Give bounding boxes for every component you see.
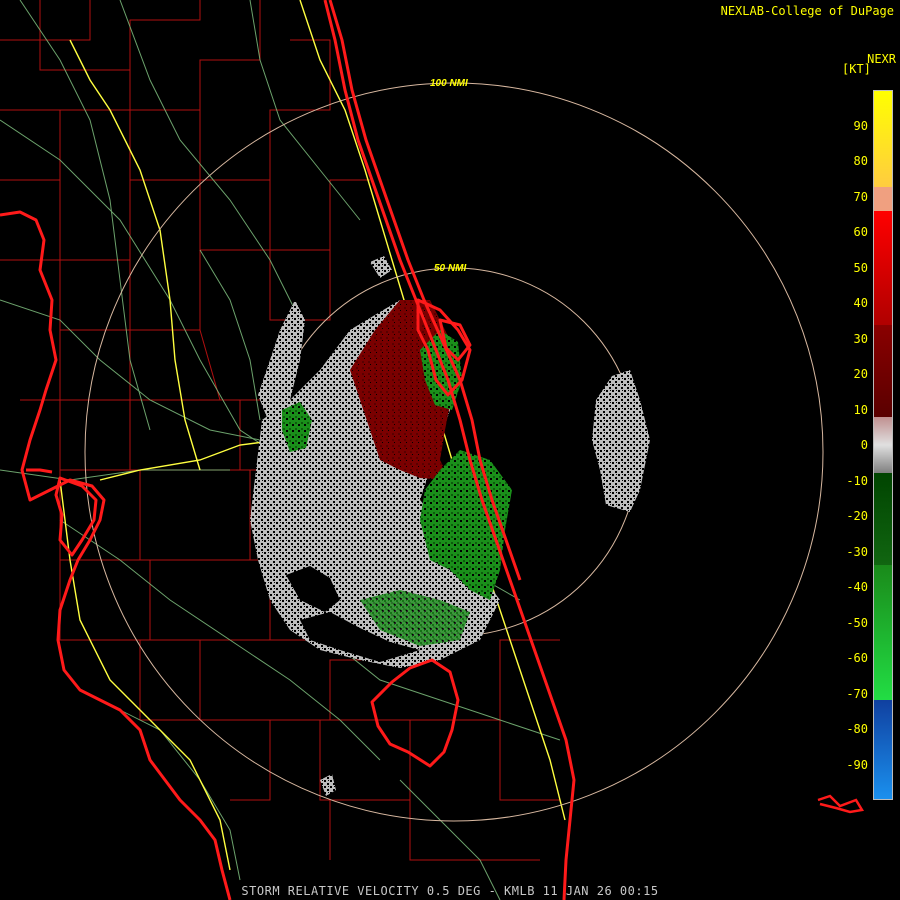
- ring-label-50: 50 NMI: [434, 263, 466, 274]
- echo-gray-south: [320, 774, 336, 796]
- scale-tick: 20: [853, 367, 868, 381]
- scale-tick: 30: [853, 331, 868, 346]
- echo-gray-north: [370, 256, 392, 278]
- units-label: [KT]: [842, 62, 871, 76]
- ring-label-100: 100 NMI: [430, 78, 468, 89]
- echo-gray-offshore: [592, 370, 650, 512]
- product-label: NEXR: [867, 52, 896, 66]
- scale-tick: -10: [846, 473, 868, 488]
- credit-label: NEXLAB-College of DuPage: [720, 4, 894, 18]
- scale-tick: -20: [846, 509, 868, 523]
- scale-tick: -30: [846, 544, 868, 559]
- range-ring-100: [84, 82, 824, 822]
- scale-tick: 90: [853, 118, 868, 133]
- scale-tick: 60: [853, 225, 868, 239]
- scale-tick: -60: [846, 651, 868, 665]
- range-rings: [84, 82, 824, 822]
- scale-tick: 80: [853, 154, 868, 168]
- radar-map: 100 NMI 50 NMI: [0, 0, 865, 900]
- scale-tick: 10: [853, 402, 868, 417]
- lake-okeechobee: [370, 658, 460, 768]
- scale-tick: -70: [846, 686, 868, 701]
- scale-tick: -90: [846, 757, 868, 772]
- product-caption: STORM RELATIVE VELOCITY 0.5 DEG - KMLB 1…: [241, 884, 659, 898]
- velocity-color-scale: [873, 90, 893, 800]
- scale-tick: 0: [860, 438, 868, 452]
- scale-tick: -80: [846, 722, 868, 736]
- scale-tick: 40: [853, 296, 868, 310]
- scale-tick: -50: [846, 615, 868, 630]
- scale-tick: 50: [853, 260, 868, 275]
- scale-tick: 70: [853, 189, 868, 204]
- scale-tick: -40: [846, 580, 868, 594]
